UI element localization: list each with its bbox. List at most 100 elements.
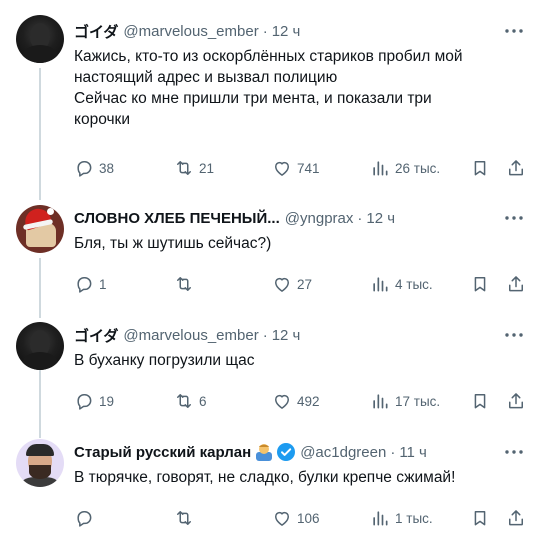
timestamp[interactable]: 12 ч [272, 327, 301, 344]
tweet-text: В буханку погрузили щас [74, 350, 526, 371]
action-bar: 38 21 741 26 тыс. [74, 156, 526, 180]
share-icon [509, 393, 523, 409]
views-icon [373, 277, 388, 292]
like-button[interactable]: 741 [272, 158, 320, 178]
retweet-icon [177, 394, 191, 408]
reply-button[interactable]: 1 [74, 274, 107, 294]
like-count: 741 [297, 160, 320, 176]
bookmark-icon [474, 394, 486, 409]
display-name[interactable]: ゴイダ [74, 21, 118, 42]
timestamp[interactable]: 12 ч [272, 23, 301, 40]
bookmark-button[interactable] [470, 391, 490, 411]
reply-icon [77, 161, 92, 177]
like-count: 106 [297, 510, 320, 526]
reply-count: 1 [99, 276, 107, 292]
share-button[interactable] [506, 391, 526, 411]
tweet-text-line: В буханку погрузили щас [74, 352, 255, 369]
tweet-header: СЛОВНО ХЛЕБ ПЕЧЕНЫЙ... @yngprax · 12 ч [74, 209, 396, 227]
tweet-text: В тюрячке, говорят, не сладко, булки кре… [74, 467, 526, 488]
user-handle[interactable]: @yngprax [285, 210, 354, 227]
like-icon [275, 511, 289, 526]
bookmark-icon [474, 161, 486, 176]
reply-icon [77, 394, 92, 410]
more-icon[interactable] [502, 324, 526, 346]
share-icon [509, 276, 523, 292]
retweet-icon [177, 277, 191, 291]
views-count: 4 тыс. [395, 276, 433, 292]
avatar[interactable] [16, 322, 64, 370]
user-handle[interactable]: @marvelous_ember [123, 327, 258, 344]
avatar[interactable] [16, 15, 64, 63]
action-bar: 1 27 4 тыс. [74, 272, 526, 296]
like-icon [275, 277, 289, 292]
share-button[interactable] [506, 274, 526, 294]
bookmark-button[interactable] [470, 508, 490, 528]
user-handle[interactable]: @marvelous_ember [123, 23, 258, 40]
views-count: 1 тыс. [395, 510, 433, 526]
reply-button[interactable] [74, 508, 99, 528]
retweet-button[interactable] [174, 274, 199, 294]
views-button[interactable]: 1 тыс. [370, 508, 433, 528]
tweet-text-line: настоящий адрес и вызвал полицию [74, 69, 338, 86]
retweet-count: 6 [199, 393, 207, 409]
action-bar: 19 6 492 17 тыс. [74, 389, 526, 413]
verified-badge-icon [277, 443, 296, 461]
display-name[interactable]: СЛОВНО ХЛЕБ ПЕЧЕНЫЙ... [74, 210, 280, 227]
retweet-icon [177, 511, 191, 525]
tweet-text: Кажись, кто-то из оскорблённых стариков … [74, 46, 526, 130]
bookmark-icon [474, 511, 486, 526]
views-icon [373, 394, 388, 409]
retweet-button[interactable]: 21 [174, 158, 214, 178]
views-count: 26 тыс. [395, 160, 441, 176]
like-button[interactable]: 27 [272, 274, 312, 294]
display-name[interactable]: Старый русский карлан [74, 444, 251, 461]
bookmark-button[interactable] [470, 158, 490, 178]
action-bar: 106 1 тыс. [74, 506, 526, 530]
tweet-text-line: Сейчас ко мне пришли три мента, и показа… [74, 90, 432, 107]
tweet-text-line: Кажись, кто-то из оскорблённых стариков … [74, 48, 463, 65]
reply-icon [77, 277, 92, 293]
avatar[interactable] [16, 439, 64, 487]
views-icon [373, 161, 388, 176]
reply-button[interactable]: 38 [74, 158, 114, 178]
tweet-header: Старый русский карлан @ac1dgreen · 11 ч [74, 443, 427, 461]
share-icon [509, 160, 523, 176]
more-icon[interactable] [502, 20, 526, 42]
like-button[interactable]: 492 [272, 391, 320, 411]
reply-count: 38 [99, 160, 115, 176]
reply-icon [77, 511, 92, 527]
retweet-button[interactable]: 6 [174, 391, 207, 411]
user-handle[interactable]: @ac1dgreen [300, 444, 386, 461]
like-button[interactable]: 106 [272, 508, 320, 528]
views-button[interactable]: 17 тыс. [370, 391, 440, 411]
like-icon [275, 394, 289, 409]
timestamp[interactable]: 12 ч [366, 210, 395, 227]
more-icon[interactable] [502, 441, 526, 463]
tweet-header: ゴイダ @marvelous_ember · 12 ч [74, 325, 301, 346]
tweet-header: ゴイダ @marvelous_ember · 12 ч [74, 21, 301, 42]
share-button[interactable] [506, 508, 526, 528]
display-name[interactable]: ゴイダ [74, 325, 118, 346]
tweet-text-line: В тюрячке, говорят, не сладко, булки кре… [74, 469, 456, 486]
man-emoji-icon [255, 443, 273, 461]
views-button[interactable]: 26 тыс. [370, 158, 440, 178]
like-count: 27 [297, 276, 313, 292]
views-count: 17 тыс. [395, 393, 441, 409]
avatar[interactable] [16, 205, 64, 253]
reply-count: 19 [99, 393, 115, 409]
reply-button[interactable]: 19 [74, 391, 114, 411]
like-icon [275, 161, 289, 176]
retweet-button[interactable] [174, 508, 199, 528]
like-count: 492 [297, 393, 320, 409]
retweet-icon [177, 161, 191, 175]
tweet-text: Бля, ты ж шутишь сейчас?) [74, 233, 526, 254]
bookmark-button[interactable] [470, 274, 490, 294]
more-icon[interactable] [502, 207, 526, 229]
views-button[interactable]: 4 тыс. [370, 274, 433, 294]
views-icon [373, 511, 388, 526]
tweet-text-line: Бля, ты ж шутишь сейчас?) [74, 235, 272, 252]
tweet-text-line: корочки [74, 111, 130, 128]
share-icon [509, 510, 523, 526]
share-button[interactable] [506, 158, 526, 178]
timestamp[interactable]: 11 ч [399, 444, 427, 461]
